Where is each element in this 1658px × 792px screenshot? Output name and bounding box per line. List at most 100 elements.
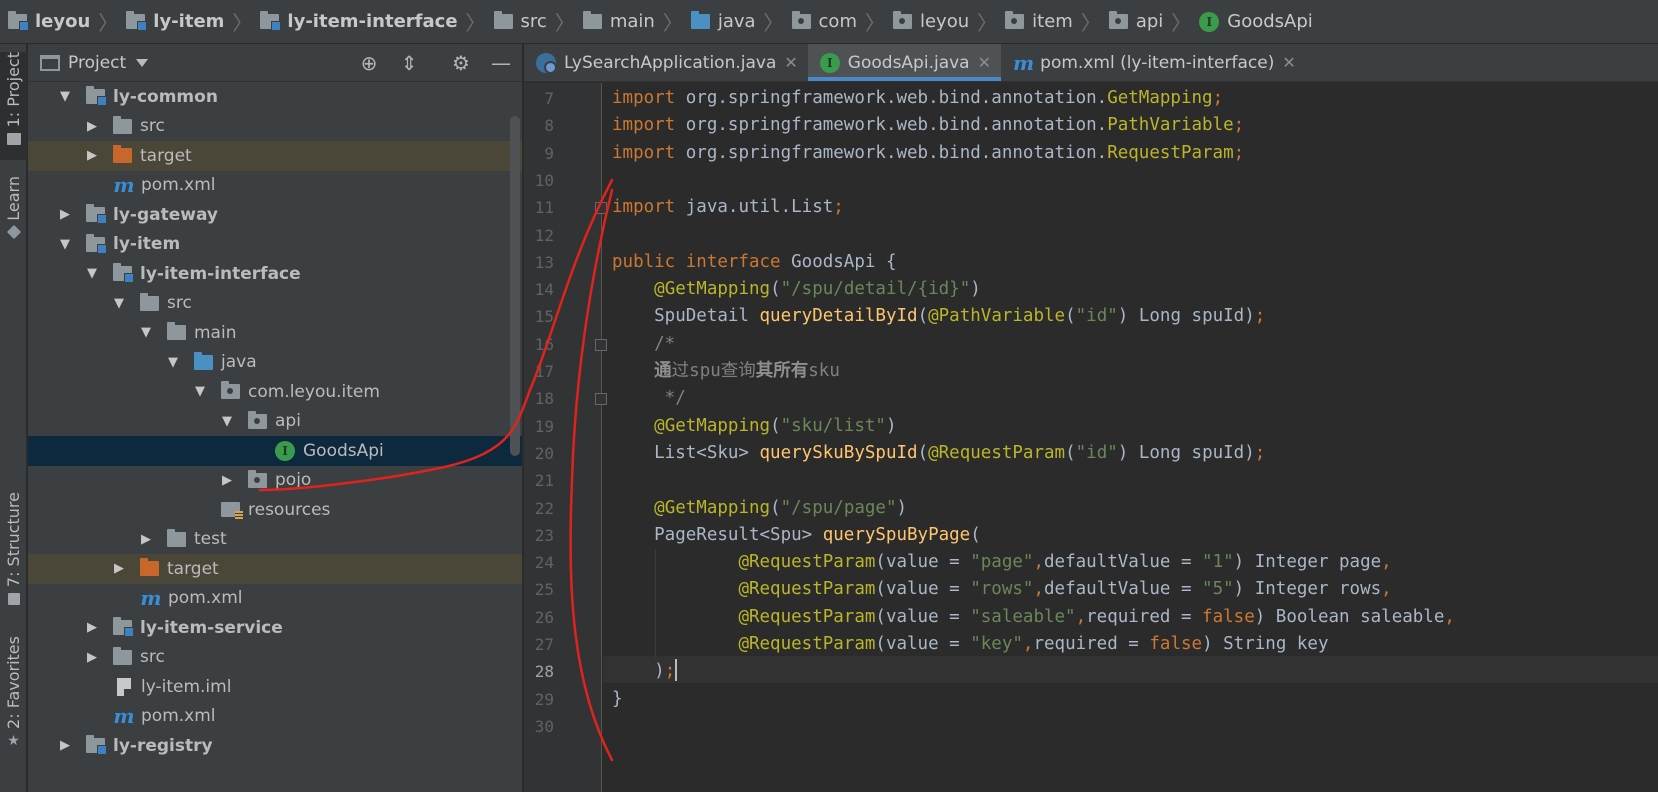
indent-guide [655, 549, 656, 659]
code-line[interactable]: @RequestParam(value = "page",defaultValu… [612, 549, 1391, 576]
breadcrumb-label: GoodsApi [1227, 11, 1313, 32]
code-line[interactable]: @RequestParam(value = "key",required = f… [612, 631, 1328, 658]
tree-node[interactable]: ▼ src [28, 289, 522, 319]
code-token: ; [664, 661, 676, 682]
breadcrumb-item[interactable]: leyou [892, 11, 969, 32]
expand-arrow-icon[interactable]: ▼ [193, 384, 207, 399]
breadcrumb-item[interactable]: ly-item [126, 11, 224, 32]
code-line[interactable]: import java.util.List; [612, 194, 844, 221]
breadcrumb-item[interactable]: main [582, 11, 655, 32]
expand-arrow-icon[interactable]: ▼ [166, 355, 180, 370]
collapse-arrow-icon[interactable]: ▶ [85, 620, 99, 635]
expand-arrow-icon[interactable]: ▼ [58, 237, 72, 252]
collapse-arrow-icon[interactable]: ▶ [85, 148, 99, 163]
tree-node[interactable]: resources [28, 495, 522, 525]
collapse-arrow-icon[interactable]: ▶ [85, 119, 99, 134]
tree-node[interactable]: ▶ ly-gateway [28, 200, 522, 230]
tree-node[interactable]: ▶ target [28, 554, 522, 584]
collapse-arrow-icon[interactable]: ▶ [58, 738, 72, 753]
breadcrumb-item[interactable]: item [1005, 11, 1073, 32]
code-line[interactable]: @GetMapping("sku/list") [612, 413, 896, 440]
tree-node[interactable]: m pom.xml [28, 584, 522, 614]
editor-tab[interactable]: LySearchApplication.java ✕ [524, 44, 808, 81]
code-line[interactable]: 通过spu查询其所有sku [612, 358, 840, 385]
editor-tab[interactable]: I GoodsApi.java ✕ [807, 44, 1002, 81]
tree-node[interactable]: ly-item.iml [28, 672, 522, 702]
code-line[interactable]: ); [612, 658, 675, 685]
code-line[interactable]: public interface GoodsApi { [612, 249, 896, 276]
code-line[interactable]: @GetMapping("/spu/page") [612, 495, 907, 522]
code-editor[interactable]: 7 8 9 10 11 12 13 14 15 16 17 18 19 20 21 22 23 24 25 26 27 2… [524, 83, 1658, 792]
collapse-arrow-icon[interactable]: ▶ [85, 650, 99, 665]
module-folder-icon [113, 617, 134, 638]
tree-node[interactable]: ▶ target [28, 141, 522, 171]
code-line[interactable]: */ [612, 385, 686, 412]
code-token: 过spu查询 [671, 361, 756, 381]
expand-arrow-icon[interactable]: ▼ [220, 414, 234, 429]
tree-node[interactable]: ▼ java [28, 348, 522, 378]
tree-scrollbar[interactable] [510, 116, 520, 456]
breadcrumb-item[interactable]: leyou [8, 11, 90, 32]
close-icon[interactable]: ✕ [1282, 53, 1295, 72]
tool-tab-learn[interactable]: Learn [0, 176, 27, 256]
breadcrumb-item[interactable]: I GoodsApi [1199, 11, 1313, 32]
tree-node[interactable]: ▶ test [28, 525, 522, 555]
code-line[interactable]: import org.springframework.web.bind.anno… [612, 112, 1244, 139]
collapse-arrow-icon[interactable]: ▶ [220, 473, 234, 488]
tool-tab-structure[interactable]: 7: Structure [0, 492, 27, 612]
breadcrumb-item[interactable]: src [493, 11, 547, 32]
code-line[interactable]: import org.springframework.web.bind.anno… [612, 140, 1244, 167]
expand-arrow-icon[interactable]: ▼ [112, 296, 126, 311]
close-icon[interactable]: ✕ [978, 53, 991, 72]
collapse-arrow-icon[interactable]: ▶ [112, 561, 126, 576]
expand-arrow-icon[interactable]: ▼ [139, 325, 153, 340]
code-line[interactable]: @RequestParam(value = "saleable",require… [612, 604, 1455, 631]
tree-node[interactable]: m pom.xml [28, 171, 522, 201]
code-line[interactable]: /* [612, 331, 675, 358]
gear-icon[interactable]: ⚙ [450, 52, 472, 74]
target-folder-icon [113, 145, 132, 164]
hide-panel-icon[interactable]: — [490, 52, 512, 74]
tree-node[interactable]: ▼ com.leyou.item [28, 377, 522, 407]
breadcrumb-item[interactable]: java [690, 11, 756, 32]
tree-node[interactable]: ▼ ly-item-interface [28, 259, 522, 289]
close-icon[interactable]: ✕ [784, 53, 797, 72]
tree-node[interactable]: ▼ api [28, 407, 522, 437]
tree-node-label: target [167, 558, 219, 579]
fold-marker-icon[interactable] [595, 202, 607, 215]
collapse-all-icon[interactable]: ⇕ [398, 52, 420, 74]
fold-marker-icon[interactable] [595, 338, 607, 351]
locate-target-icon[interactable]: ⊕ [358, 52, 380, 74]
breadcrumb-item[interactable]: ly-item-interface [260, 11, 458, 32]
tree-node[interactable]: ▶ pojo [28, 466, 522, 496]
tool-tab-favorites[interactable]: 2: Favorites ★ [0, 636, 27, 749]
code-line[interactable]: } [612, 686, 623, 713]
tree-node[interactable]: ▼ ly-common [28, 82, 522, 112]
tree-node[interactable]: ▶ src [28, 112, 522, 142]
line-number: 12 [534, 225, 554, 245]
collapse-arrow-icon[interactable]: ▶ [139, 532, 153, 547]
expand-arrow-icon[interactable]: ▼ [58, 89, 72, 104]
code-line[interactable]: SpuDetail queryDetailById(@PathVariable(… [612, 303, 1265, 330]
editor-tab[interactable]: m pom.xml (ly-item-interface) ✕ [1001, 44, 1306, 81]
breadcrumb-item[interactable]: api [1108, 11, 1163, 32]
code-line[interactable]: @GetMapping("/spu/detail/{id}") [612, 276, 981, 303]
collapse-arrow-icon[interactable]: ▶ [58, 207, 72, 222]
tree-node[interactable]: ▶ ly-registry [28, 731, 522, 761]
project-view-selector[interactable]: Project [68, 53, 126, 73]
tree-node[interactable]: ▼ ly-item [28, 230, 522, 260]
tool-tab-project[interactable]: 1: Project [0, 52, 27, 160]
tree-node[interactable]: m pom.xml [28, 702, 522, 732]
code-line[interactable]: import org.springframework.web.bind.anno… [612, 85, 1223, 112]
breadcrumb-item[interactable]: com [791, 11, 857, 32]
tree-node[interactable]: ▶ src [28, 643, 522, 673]
tree-node[interactable]: ▼ main [28, 318, 522, 348]
chevron-down-icon[interactable] [136, 58, 149, 67]
tree-node[interactable]: I GoodsApi [28, 436, 522, 466]
tree-node[interactable]: ▶ ly-item-service [28, 613, 522, 643]
code-line[interactable]: PageResult<Spu> querySpuByPage( [612, 522, 981, 549]
code-line[interactable]: @RequestParam(value = "rows",defaultValu… [612, 576, 1391, 603]
expand-arrow-icon[interactable]: ▼ [85, 266, 99, 281]
fold-marker-icon[interactable] [595, 393, 607, 406]
code-line[interactable]: List<Sku> querySkuBySpuId(@RequestParam(… [612, 440, 1265, 467]
